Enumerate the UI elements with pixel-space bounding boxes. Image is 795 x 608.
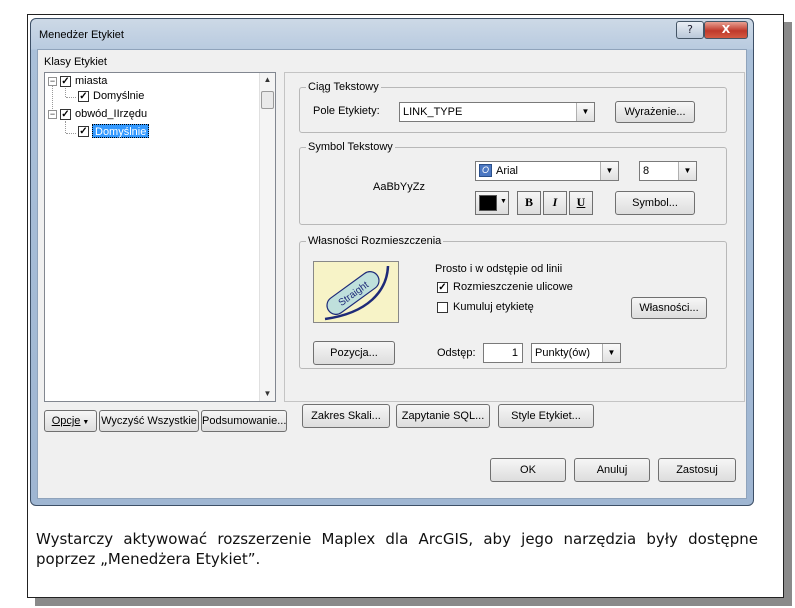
tree-item-miasta-default[interactable]: Domyślnie — [93, 89, 144, 103]
label-manager-window: Menedżer Etykiet ? X Klasy Etykiet − ✓ m… — [30, 18, 754, 506]
offset-units-value: Punkty(ów) — [535, 347, 591, 359]
font-name: Arial — [496, 165, 519, 177]
font-size-select[interactable]: 8 ▼ — [639, 161, 697, 181]
color-swatch — [479, 195, 497, 211]
label-field-label: Pole Etykiety: — [313, 105, 380, 117]
dropdown-arrow-icon[interactable]: ▼ — [602, 344, 620, 362]
tree-scrollbar[interactable]: ▲ ▼ — [259, 73, 275, 401]
dropdown-arrow-icon[interactable]: ▼ — [576, 103, 594, 121]
dialog-client: Klasy Etykiet − ✓ miasta ✓ Domyślnie − ✓… — [37, 49, 747, 499]
figure-caption: Wystarczy aktywować rozszerzenie Maplex … — [36, 530, 758, 568]
label-properties-pane: Ciąg Tekstowy Pole Etykiety: LINK_TYPE ▼… — [284, 72, 745, 402]
label-classes-tree[interactable]: − ✓ miasta ✓ Domyślnie − ✓ obwód_IIrzędu… — [44, 72, 276, 402]
page: Menedżer Etykiet ? X Klasy Etykiet − ✓ m… — [0, 0, 795, 608]
clear-all-button[interactable]: Wyczyść Wszystkie — [99, 410, 199, 432]
apply-button[interactable]: Zastosuj — [658, 458, 736, 482]
symbol-button[interactable]: Symbol... — [615, 191, 695, 215]
label-field-value: LINK_TYPE — [403, 106, 463, 118]
placement-mode-text: Prosto i w odstępie od linii — [435, 263, 563, 275]
dropdown-arrow-icon[interactable]: ▼ — [678, 162, 696, 180]
label-styles-button[interactable]: Style Etykiet... — [498, 404, 594, 428]
street-placement-checkbox[interactable]: ✓ — [437, 282, 448, 293]
text-string-legend: Ciąg Tekstowy — [308, 81, 379, 93]
summary-button[interactable]: Podsumowanie... — [201, 410, 287, 432]
options-button[interactable]: Opcje ▼ — [44, 410, 97, 432]
title-bar[interactable]: Menedżer Etykiet ? X — [31, 19, 753, 49]
scale-range-button[interactable]: Zakres Skali... — [302, 404, 390, 428]
tree-item-miasta[interactable]: miasta — [75, 74, 107, 88]
expression-button[interactable]: Wyrażenie... — [615, 101, 695, 123]
tree-checkbox-miasta[interactable]: ✓ — [60, 76, 71, 87]
dropdown-arrow-icon: ▼ — [500, 198, 507, 205]
tree-item-obwod-default[interactable]: Domyślnie — [92, 124, 150, 138]
label-classes-heading: Klasy Etykiet — [44, 56, 107, 68]
tree-line — [66, 133, 76, 134]
color-picker-button[interactable]: ▼ — [475, 191, 509, 215]
expand-toggle-icon[interactable]: − — [48, 110, 57, 119]
tree-checkbox-miasta-default[interactable]: ✓ — [78, 91, 89, 102]
sql-query-button[interactable]: Zapytanie SQL... — [396, 404, 490, 428]
street-placement-label: Rozmieszczenie ulicowe — [453, 281, 573, 293]
options-label: Opcje — [51, 415, 81, 427]
placement-properties-button[interactable]: Własności... — [631, 297, 707, 319]
offset-units-select[interactable]: Punkty(ów) ▼ — [531, 343, 621, 363]
tree-checkbox-obwod[interactable]: ✓ — [60, 109, 71, 120]
tree-item-obwod[interactable]: obwód_IIrzędu — [75, 107, 147, 121]
offset-input[interactable]: 1 — [483, 343, 523, 363]
underline-button[interactable]: U — [569, 191, 593, 215]
label-field-select[interactable]: LINK_TYPE ▼ — [399, 102, 595, 122]
stack-label-checkbox[interactable] — [437, 302, 448, 313]
dropdown-arrow-icon[interactable]: ▼ — [600, 162, 618, 180]
italic-button[interactable]: I — [543, 191, 567, 215]
placement-preview-icon: Straight — [313, 261, 399, 323]
text-symbol-legend: Symbol Tekstowy — [308, 141, 393, 153]
window-title: Menedżer Etykiet — [39, 29, 124, 41]
tree-checkbox-obwod-default[interactable]: ✓ — [78, 126, 89, 137]
cancel-button[interactable]: Anuluj — [574, 458, 650, 482]
scroll-thumb[interactable] — [261, 91, 274, 109]
stack-label-text: Kumuluj etykietę — [453, 301, 534, 313]
font-size-value: 8 — [643, 165, 650, 177]
position-button[interactable]: Pozycja... — [313, 341, 395, 365]
expand-toggle-icon[interactable]: − — [48, 77, 57, 86]
offset-label: Odstęp: — [437, 347, 476, 359]
font-select[interactable]: O Arial ▼ — [475, 161, 619, 181]
scroll-up-icon[interactable]: ▲ — [260, 73, 275, 87]
scroll-down-icon[interactable]: ▼ — [260, 387, 275, 401]
ok-button[interactable]: OK — [490, 458, 566, 482]
tree-line — [65, 121, 66, 133]
bold-button[interactable]: B — [517, 191, 541, 215]
placement-legend: Własności Rozmieszczenia — [308, 235, 442, 247]
close-button[interactable]: X — [704, 21, 748, 39]
font-sample-text: AaBbYyZz — [373, 181, 425, 193]
help-button[interactable]: ? — [676, 21, 704, 39]
dropdown-arrow-icon: ▼ — [80, 419, 90, 426]
tree-line — [66, 97, 76, 98]
opentype-font-icon: O — [479, 164, 492, 177]
